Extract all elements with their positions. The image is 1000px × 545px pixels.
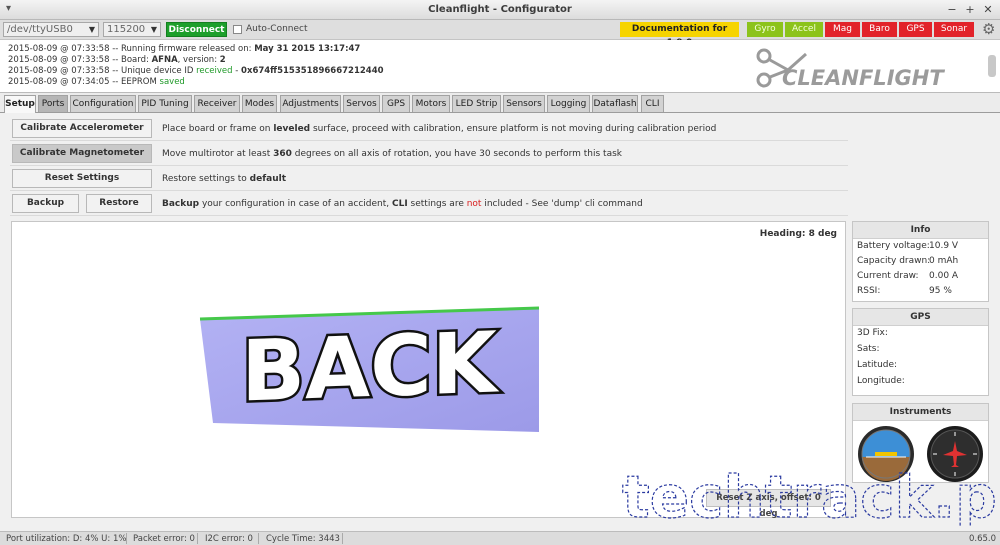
gps-row-longitude: Longitude: <box>857 376 905 386</box>
log-line: 2015-08-09 @ 07:33:58 -- Running firmwar… <box>8 44 361 54</box>
window-title: Cleanflight - Configurator <box>428 4 572 15</box>
info-row-capacity: Capacity drawn: 0 mAh <box>857 256 959 266</box>
tab-cli[interactable]: CLI <box>641 95 664 112</box>
log-line: 2015-08-09 @ 07:33:58 -- Board: AFNA, ve… <box>8 55 226 65</box>
info-panel-title: Info <box>853 222 988 239</box>
i2c-error: I2C error: 0 <box>205 534 253 544</box>
chevron-down-icon: ▼ <box>88 25 95 34</box>
maximize-icon[interactable]: + <box>963 2 977 18</box>
svg-text:CLEANFLIGHT: CLEANFLIGHT <box>782 66 945 90</box>
tab-ports[interactable]: Ports <box>38 95 68 112</box>
port-select[interactable]: /dev/ttyUSB0 ▼ <box>3 22 99 37</box>
instruments-panel: Instruments <box>852 403 989 483</box>
port-utilization: Port utilization: D: 4% U: 1% <box>6 534 127 544</box>
sensor-gyro: Gyro <box>747 22 783 37</box>
instruments-panel-title: Instruments <box>853 404 988 421</box>
gps-panel: GPS 3D Fix: Sats: Latitude: Longitude: <box>852 308 989 396</box>
gear-icon[interactable]: ⚙ <box>982 21 995 38</box>
tab-led-strip[interactable]: LED Strip <box>452 95 501 112</box>
title-bar: ▾ Cleanflight - Configurator − + ✕ <box>0 0 1000 20</box>
tab-configuration[interactable]: Configuration <box>70 95 136 112</box>
calibrate-accel-row: Calibrate Accelerometer Place board or f… <box>10 117 848 141</box>
info-panel: Info Battery voltage: 10.9 V Capacity dra… <box>852 221 989 302</box>
tab-servos[interactable]: Servos <box>343 95 380 112</box>
app-version: 0.65.0 <box>969 534 997 544</box>
backup-restore-row: Backup Restore Backup your configuration… <box>10 192 848 216</box>
tab-gps[interactable]: GPS <box>382 95 410 112</box>
documentation-button[interactable]: Documentation for 1.9.0 <box>620 22 739 48</box>
tab-adjustments[interactable]: Adjustments <box>280 95 341 112</box>
info-row-rssi: RSSI: 95 % <box>857 286 952 296</box>
tab-modes[interactable]: Modes <box>242 95 277 112</box>
restore-button[interactable]: Restore <box>86 194 152 213</box>
sensor-sonar: Sonar <box>934 22 974 37</box>
cleanflight-logo: CLEANFLIGHT <box>756 48 945 90</box>
auto-connect-checkbox[interactable] <box>233 25 242 34</box>
tab-logging[interactable]: Logging <box>547 95 590 112</box>
reset-settings-button[interactable]: Reset Settings <box>12 169 152 188</box>
heading-indicator-icon <box>927 426 983 482</box>
model-back-label: BACK <box>241 313 500 420</box>
baud-select-value: 115200 <box>107 24 146 35</box>
reset-z-axis-button[interactable]: Reset Z axis, offset: 0 deg <box>706 489 831 519</box>
calibrate-accel-description: Place board or frame on leveled surface,… <box>162 124 717 134</box>
backup-description: Backup your configuration in case of an … <box>162 199 643 209</box>
backup-button[interactable]: Backup <box>12 194 79 213</box>
status-separator <box>197 533 198 544</box>
instrument-gauges <box>858 426 983 482</box>
gps-row-fix: 3D Fix: <box>857 328 888 338</box>
log-scrollbar[interactable] <box>988 55 996 77</box>
auto-connect-label: Auto-Connect <box>246 24 308 34</box>
gps-row-latitude: Latitude: <box>857 360 898 370</box>
log-line: 2015-08-09 @ 07:34:05 -- EEPROM saved <box>8 77 185 87</box>
status-separator <box>258 533 259 544</box>
port-select-value: /dev/ttyUSB0 <box>7 24 73 35</box>
tab-setup[interactable]: Setup <box>4 95 36 114</box>
cycle-time: Cycle Time: 3443 <box>266 534 340 544</box>
sensor-baro: Baro <box>862 22 897 37</box>
minimize-icon[interactable]: − <box>945 2 959 18</box>
calibrate-accelerometer-button[interactable]: Calibrate Accelerometer <box>12 119 152 138</box>
gps-panel-title: GPS <box>853 309 988 326</box>
tab-dataflash[interactable]: Dataflash <box>592 95 638 112</box>
heading-readout: Heading: 8 deg <box>759 229 837 239</box>
reset-settings-row: Reset Settings Restore settings to defau… <box>10 167 848 191</box>
baud-select[interactable]: 115200 ▼ <box>103 22 161 37</box>
sensor-gps: GPS <box>899 22 932 37</box>
attitude-indicator-icon <box>858 426 914 482</box>
tab-receiver[interactable]: Receiver <box>194 95 240 112</box>
calibrate-magnetometer-button[interactable]: Calibrate Magnetometer <box>12 144 152 163</box>
main-tabs: Setup Ports Configuration PID Tuning Rec… <box>0 93 1000 114</box>
reset-settings-description: Restore settings to default <box>162 174 287 184</box>
tab-sensors[interactable]: Sensors <box>503 95 545 112</box>
sensor-accel: Accel <box>785 22 823 37</box>
sensor-mag: Mag <box>825 22 860 37</box>
status-bar: Port utilization: D: 4% U: 1% Packet err… <box>0 531 1000 545</box>
calibrate-mag-row: Calibrate Magnetometer Move multirotor a… <box>10 142 848 166</box>
close-icon[interactable]: ✕ <box>981 2 995 18</box>
chevron-down-icon: ▼ <box>150 25 157 34</box>
tab-motors[interactable]: Motors <box>412 95 450 112</box>
calibrate-mag-description: Move multirotor at least 360 degrees on … <box>162 149 622 159</box>
gps-row-sats: Sats: <box>857 344 880 354</box>
info-row-battery: Battery voltage: 10.9 V <box>857 241 959 251</box>
model-view-panel: Heading: 8 deg BACK <box>11 221 846 518</box>
status-separator <box>126 533 127 544</box>
info-row-current: Current draw: 0.00 A <box>857 271 959 281</box>
tab-pid-tuning[interactable]: PID Tuning <box>138 95 192 112</box>
packet-error: Packet error: 0 <box>133 534 195 544</box>
status-separator <box>342 533 343 544</box>
disconnect-button[interactable]: Disconnect <box>166 22 227 37</box>
connection-toolbar: /dev/ttyUSB0 ▼ 115200 ▼ Disconnect Auto-… <box>0 20 1000 48</box>
log-line: 2015-08-09 @ 07:33:58 -- Unique device I… <box>8 66 384 76</box>
aircraft-model-view: BACK <box>199 306 540 432</box>
